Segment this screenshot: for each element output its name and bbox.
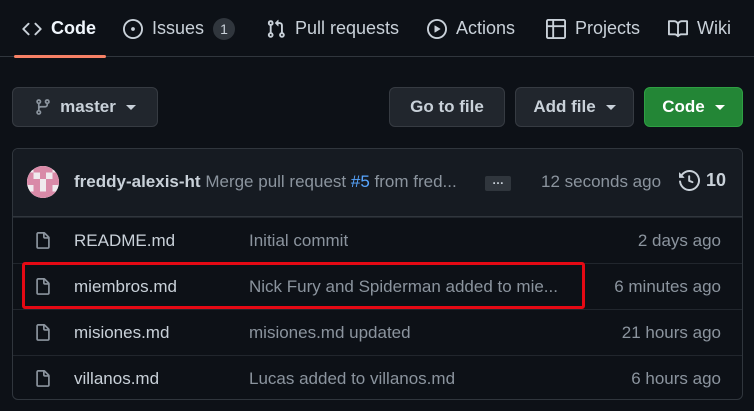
tab-pull-requests[interactable]: Pull requests: [266, 0, 399, 57]
add-file-label: Add file: [533, 97, 596, 116]
expand-commit-message-button[interactable]: …: [485, 174, 511, 191]
git-pull-request-icon: [267, 19, 285, 38]
file-row[interactable]: README.md Initial commit 2 days ago: [13, 217, 742, 263]
branch-select-button[interactable]: master: [12, 87, 158, 127]
file-name-link[interactable]: miembros.md: [74, 277, 177, 297]
commit-history-link[interactable]: 10: [679, 170, 726, 191]
avatar[interactable]: [27, 166, 59, 198]
file-commit-age: 6 hours ago: [631, 369, 721, 388]
latest-commit-bar: freddy-alexis-ht Merge pull request #5 f…: [13, 149, 742, 217]
repo-tab-nav: Code Issues 1 Pull requests Actions Proj…: [0, 0, 754, 58]
tab-actions-label: Actions: [456, 18, 516, 38]
file-commit-age: 2 days ago: [637, 231, 721, 250]
code-download-button[interactable]: Code: [644, 87, 743, 127]
file-icon: [36, 278, 50, 295]
commit-count: 10: [706, 170, 727, 190]
pull-request-link[interactable]: #5: [351, 172, 370, 191]
history-icon: [679, 170, 700, 191]
commit-summary: freddy-alexis-ht Merge pull request #5 f…: [74, 172, 457, 192]
code-icon: [22, 22, 42, 35]
tab-wiki[interactable]: Wiki: [668, 0, 731, 57]
branch-name: master: [60, 97, 116, 116]
chevron-down-icon: [605, 104, 616, 110]
code-button-label: Code: [662, 97, 705, 116]
book-icon: [668, 19, 688, 37]
issues-count-badge: 1: [213, 17, 236, 40]
file-commit-message-link[interactable]: Initial commit: [249, 231, 348, 251]
tab-code-label: Code: [51, 18, 96, 38]
file-icon: [36, 232, 50, 249]
chevron-down-icon: [714, 104, 725, 110]
file-commit-age: 6 minutes ago: [614, 277, 721, 296]
file-name-link[interactable]: villanos.md: [74, 369, 159, 389]
tab-projects-label: Projects: [575, 18, 641, 38]
file-icon: [36, 370, 50, 387]
file-commit-age: 21 hours ago: [621, 323, 721, 342]
tab-issues-label: Issues: [152, 18, 205, 38]
commit-timestamp[interactable]: 12 seconds ago: [541, 172, 661, 192]
play-icon: [427, 18, 447, 39]
commit-message-suffix[interactable]: from fred...: [375, 172, 457, 191]
issue-opened-icon: [123, 18, 143, 39]
file-row[interactable]: miembros.md Nick Fury and Spiderman adde…: [13, 263, 742, 309]
file-commit-message-link[interactable]: Lucas added to villanos.md: [249, 369, 455, 389]
tab-actions[interactable]: Actions: [427, 0, 515, 57]
tab-pull-requests-label: Pull requests: [295, 18, 400, 38]
tab-projects[interactable]: Projects: [546, 0, 640, 57]
tab-code[interactable]: Code: [14, 0, 106, 58]
chevron-down-icon: [125, 104, 136, 110]
commit-author-link[interactable]: freddy-alexis-ht: [74, 172, 201, 191]
file-icon: [36, 324, 50, 341]
go-to-file-button[interactable]: Go to file: [389, 87, 505, 127]
file-name-link[interactable]: README.md: [74, 231, 175, 251]
file-row[interactable]: misiones.md misiones.md updated 21 hours…: [13, 309, 742, 355]
go-to-file-label: Go to file: [410, 97, 484, 116]
tab-wiki-label: Wiki: [697, 18, 731, 38]
file-listing: freddy-alexis-ht Merge pull request #5 f…: [12, 148, 743, 400]
add-file-button[interactable]: Add file: [515, 87, 634, 127]
file-commit-message-link[interactable]: misiones.md updated: [249, 323, 411, 343]
tab-issues[interactable]: Issues 1: [123, 0, 236, 57]
table-icon: [546, 18, 566, 39]
git-branch-icon: [36, 99, 50, 115]
file-name-link[interactable]: misiones.md: [74, 323, 169, 343]
file-row[interactable]: villanos.md Lucas added to villanos.md 6…: [13, 355, 742, 399]
commit-message-prefix[interactable]: Merge pull request: [205, 172, 346, 191]
file-commit-message-link[interactable]: Nick Fury and Spiderman added to mie...: [249, 277, 558, 297]
